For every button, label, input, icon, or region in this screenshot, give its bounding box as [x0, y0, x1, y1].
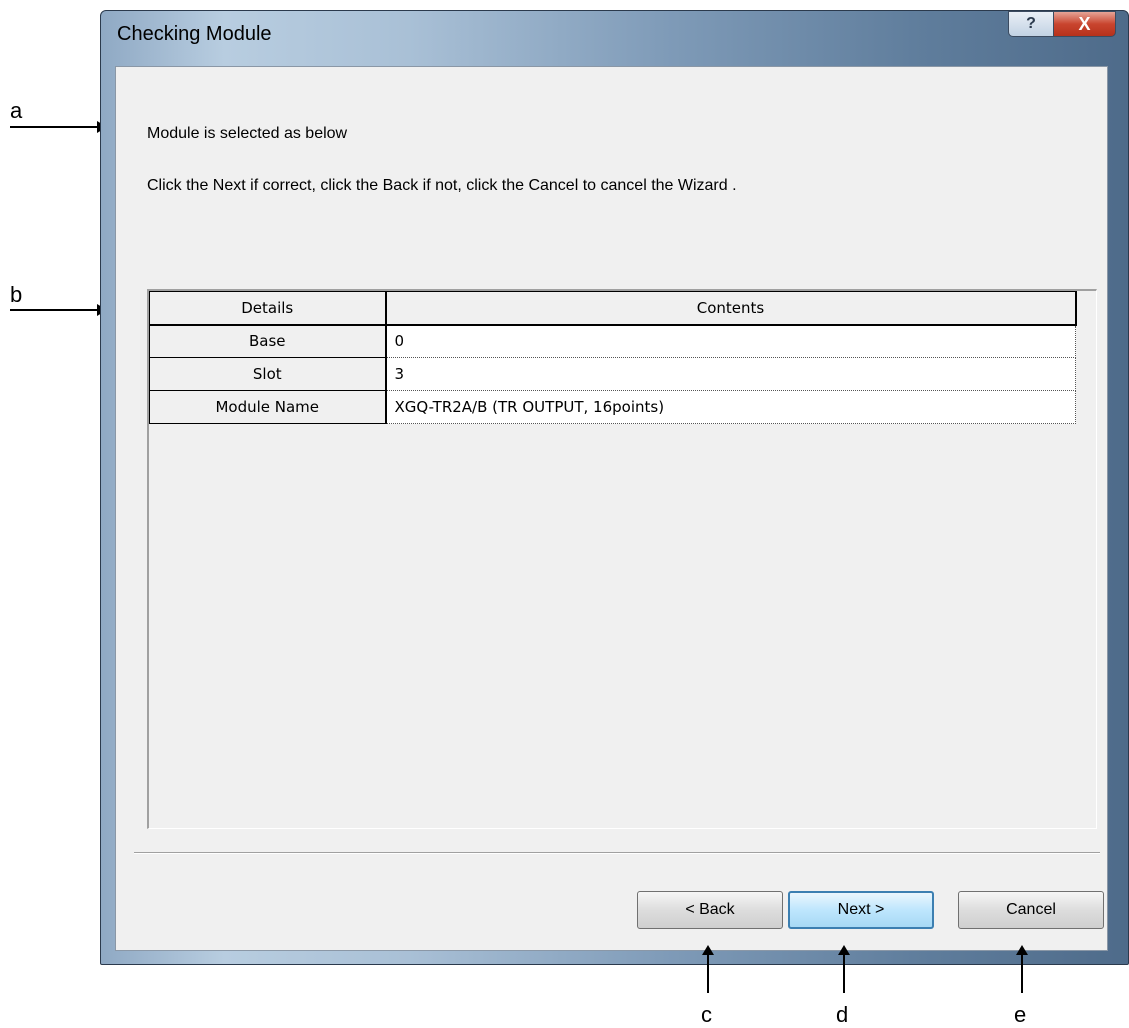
- table-header-row: Details Contents: [149, 291, 1077, 326]
- module-details-list[interactable]: Details Contents Base 0 Slot 3 Module Na…: [147, 289, 1097, 829]
- annotation-a: a: [10, 98, 23, 123]
- dialog-title: Checking Module: [117, 23, 272, 45]
- next-button[interactable]: Next >: [788, 891, 934, 929]
- annotation-a-arrow: [10, 121, 107, 133]
- instruction-message: Click the Next if correct, click the Bac…: [147, 177, 737, 194]
- annotation-c-arrow: [702, 945, 714, 993]
- annotation-d: d: [836, 1002, 849, 1027]
- annotation-e: e: [1014, 1002, 1027, 1027]
- row-label: Base: [149, 324, 387, 358]
- title-bar[interactable]: Checking Module ? X: [101, 11, 1128, 59]
- button-separator: [134, 852, 1100, 854]
- annotation-b-arrow: [10, 304, 107, 316]
- annotation-d-arrow: [838, 945, 850, 993]
- row-label: Slot: [149, 357, 387, 391]
- selection-message: Module is selected as below: [147, 125, 348, 142]
- cancel-button[interactable]: Cancel: [958, 891, 1104, 929]
- row-value: XGQ-TR2A/B (TR OUTPUT, 16points): [385, 390, 1076, 424]
- column-header-contents[interactable]: Contents: [385, 291, 1077, 326]
- annotation-e-arrow: [1016, 945, 1028, 993]
- column-header-details[interactable]: Details: [149, 291, 387, 326]
- row-value: 3: [385, 357, 1076, 391]
- module-details-table: Details Contents Base 0 Slot 3 Module Na…: [149, 291, 1077, 424]
- row-label: Module Name: [149, 390, 387, 424]
- table-row[interactable]: Module Name XGQ-TR2A/B (TR OUTPUT, 16poi…: [149, 390, 1076, 424]
- back-button[interactable]: < Back: [637, 891, 783, 929]
- dialog-body: Module is selected as below Click the Ne…: [115, 66, 1108, 951]
- close-icon: X: [1078, 13, 1091, 34]
- annotation-b: b: [10, 282, 23, 307]
- title-bar-buttons: ? X: [1008, 11, 1116, 37]
- annotation-c: c: [701, 1002, 712, 1027]
- table-row[interactable]: Base 0: [149, 324, 1076, 358]
- close-button[interactable]: X: [1054, 11, 1116, 37]
- row-value: 0: [385, 324, 1076, 358]
- help-icon: ?: [1026, 15, 1036, 32]
- table-row[interactable]: Slot 3: [149, 357, 1076, 391]
- help-button[interactable]: ?: [1008, 11, 1054, 37]
- wizard-dialog: Checking Module ? X Module is selected a…: [100, 10, 1129, 965]
